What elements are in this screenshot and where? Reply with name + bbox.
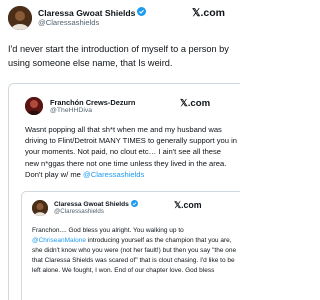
- avatar[interactable]: [8, 6, 32, 30]
- author-name-row[interactable]: Claressa Gwoat Shields: [38, 7, 147, 18]
- verified-badge-icon: [137, 7, 147, 18]
- nested-text-before: Franchon.... God bless you alright. You …: [32, 227, 184, 234]
- nested-author-handle[interactable]: @Claressashields: [54, 208, 104, 215]
- nested-avatar-image: [32, 200, 48, 216]
- author-handle[interactable]: @Claressashields: [38, 18, 99, 27]
- quoted-author-name[interactable]: Franchón Crews-Dezurn: [50, 98, 135, 107]
- avatar-image: [8, 6, 32, 30]
- quoted-author-name-row[interactable]: Franchón Crews-Dezurn: [50, 98, 135, 107]
- quoted-tweet-text: Wasnt popping all that sh*t when me and …: [25, 124, 237, 180]
- tweet-text: I'd never start the introduction of myse…: [8, 44, 229, 68]
- nested-mention-link[interactable]: @ChriseanMalone: [32, 237, 86, 244]
- x-logo: 𝕏.com: [192, 7, 225, 19]
- quoted-avatar[interactable]: [25, 97, 43, 115]
- quoted-avatar-image: [25, 97, 43, 115]
- author-name[interactable]: Claressa Gwoat Shields: [38, 8, 135, 18]
- quoted-author-handle[interactable]: @TheHHDiva: [50, 107, 92, 114]
- quoted-mention-link[interactable]: @Claressashields: [83, 170, 144, 179]
- nested-tweet-text: Franchon.... God bless you alright. You …: [32, 226, 237, 276]
- quoted-x-logo: 𝕏.com: [180, 98, 211, 109]
- nested-author-name[interactable]: Claressa Gwoat Shields: [54, 201, 129, 208]
- nested-verified-badge-icon: [130, 200, 138, 209]
- nested-x-logo: 𝕏.com: [174, 200, 202, 210]
- nested-avatar[interactable]: [32, 200, 48, 216]
